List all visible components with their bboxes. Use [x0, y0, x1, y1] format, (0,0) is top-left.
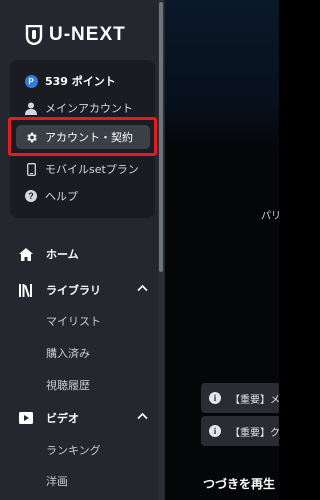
mobile-set-plan-item[interactable]: モバイルsetプラン — [10, 157, 155, 181]
sidebar: U-NEXT P 539 ポイント メインアカウント アカウント・契約 モバイル… — [0, 0, 165, 500]
svg-text:?: ? — [28, 191, 34, 201]
points-label: 539 ポイント — [45, 75, 116, 88]
nav-video-label: ビデオ — [46, 412, 79, 425]
nav-western-movies[interactable]: 洋画 — [46, 470, 68, 492]
gear-icon — [24, 130, 38, 144]
continue-watching-title: つづきを再生 — [203, 477, 276, 491]
nav-purchased[interactable]: 購入済み — [46, 342, 90, 364]
nav-my-list[interactable]: マイリスト — [46, 310, 101, 332]
nav-home-label: ホーム — [46, 248, 79, 261]
help-item[interactable]: ? ヘルプ — [10, 184, 155, 208]
notice-text: 【重要】クレ — [230, 427, 279, 439]
nav-library-label: ライブラリ — [46, 284, 101, 297]
library-icon — [18, 282, 34, 298]
points-icon: P — [24, 74, 38, 88]
nav-ranking[interactable]: ランキング — [46, 439, 101, 461]
main-account-item[interactable]: メインアカウント — [10, 96, 155, 120]
mobile-icon — [24, 162, 38, 176]
nav-library[interactable]: ライブラリ — [0, 276, 158, 304]
account-contract-item[interactable]: アカウント・契約 — [16, 125, 150, 149]
logo-text: U-NEXT — [49, 24, 126, 45]
chevron-up-icon[interactable] — [137, 284, 148, 292]
chevron-up-icon[interactable] — [137, 412, 148, 420]
info-icon: i — [209, 392, 221, 404]
nav-video[interactable]: ビデオ — [0, 404, 158, 432]
notice-banner[interactable]: i 【重要】メー — [201, 383, 279, 413]
help-icon: ? — [24, 189, 38, 203]
logo[interactable]: U-NEXT — [25, 24, 126, 46]
main-content: パリ i 【重要】メー i 【重要】クレ つづきを再生 — [165, 0, 279, 500]
account-contract-label: アカウント・契約 — [45, 131, 133, 144]
scrollbar-thumb[interactable] — [159, 2, 163, 272]
help-label: ヘルプ — [45, 190, 78, 203]
nav-history[interactable]: 視聴履歴 — [46, 374, 90, 396]
notice-text: 【重要】メー — [230, 394, 279, 406]
nav-home[interactable]: ホーム — [0, 240, 158, 268]
account-panel: P 539 ポイント メインアカウント アカウント・契約 モバイルsetプラン … — [10, 60, 155, 218]
user-icon — [24, 101, 38, 115]
mobile-set-plan-label: モバイルsetプラン — [45, 163, 139, 176]
video-play-icon — [18, 410, 34, 426]
logo-icon — [25, 25, 43, 45]
info-icon: i — [209, 425, 221, 437]
main-account-label: メインアカウント — [45, 102, 133, 115]
points-item[interactable]: P 539 ポイント — [10, 69, 155, 93]
hero-partial-text: パリ — [261, 211, 279, 222]
sidebar-scrollbar[interactable] — [158, 0, 164, 500]
home-icon — [18, 246, 34, 262]
notice-banner[interactable]: i 【重要】クレ — [201, 416, 279, 446]
hero-background — [165, 0, 279, 150]
